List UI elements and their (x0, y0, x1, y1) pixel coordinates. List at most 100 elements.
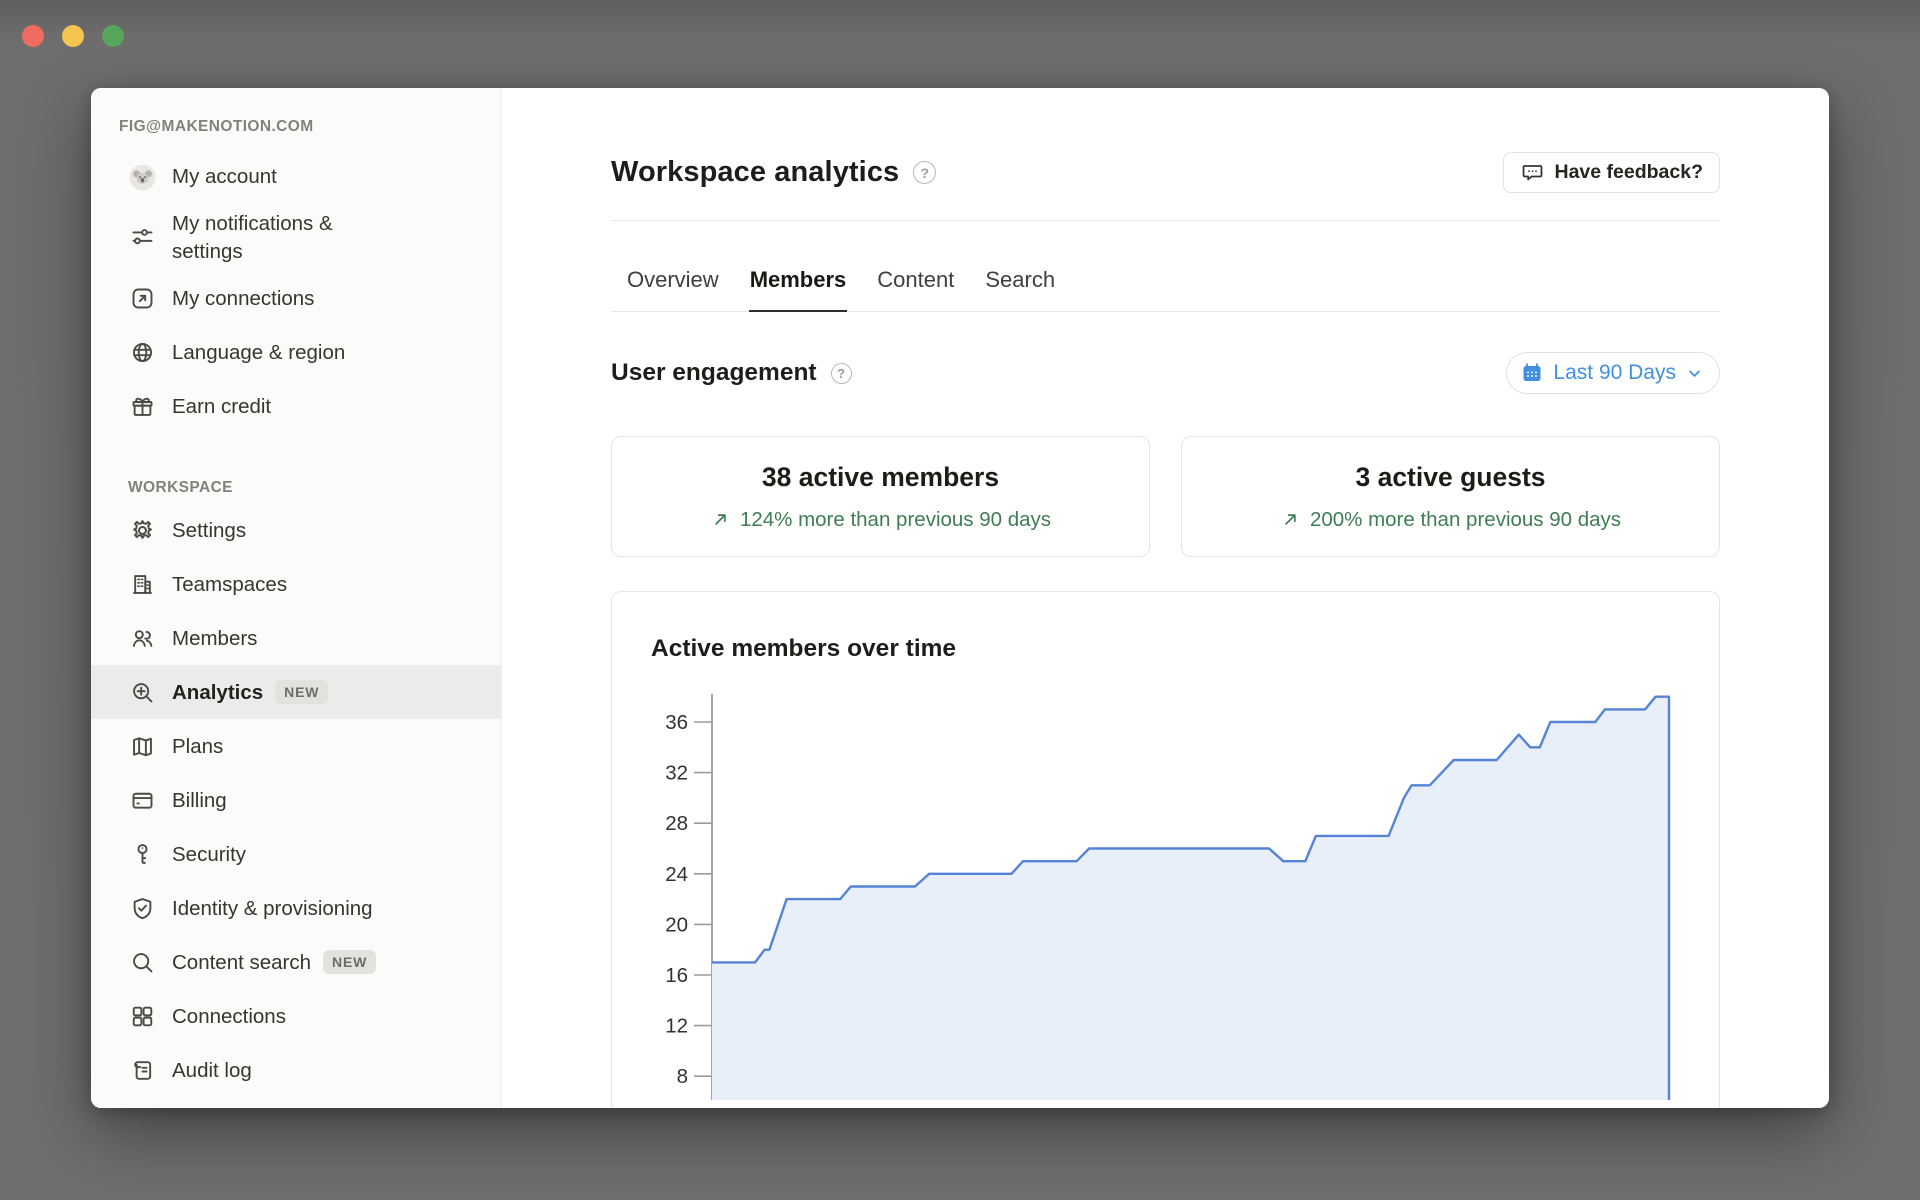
sidebar-item-label: My account (172, 163, 277, 191)
sidebar-item-label: Identity & provisioning (172, 895, 373, 923)
sidebar-item-language-and-region[interactable]: Language & region (91, 325, 501, 379)
magnifier-sparkle-icon (128, 678, 156, 706)
sidebar-item-security[interactable]: Security (91, 827, 501, 881)
people-icon (128, 624, 156, 652)
window-controls (22, 25, 124, 47)
sidebar-item-label: Analytics (172, 679, 263, 707)
magnifier-icon (128, 948, 156, 976)
chart-title: Active members over time (612, 592, 1719, 663)
chat-bubble-icon (1520, 160, 1545, 185)
tab-overview[interactable]: Overview (626, 245, 720, 312)
sidebar-item-label: Billing (172, 787, 227, 815)
sidebar-item-my-connections[interactable]: My connections (91, 271, 501, 325)
tab-members[interactable]: Members (749, 245, 848, 312)
building-icon (128, 570, 156, 598)
calendar-icon (1520, 361, 1544, 385)
page-header: Workspace analytics ? Have feedback? (611, 152, 1720, 193)
stat-value: 3 active guests (1355, 462, 1545, 493)
stat-value: 38 active members (762, 462, 999, 493)
account-email: FIG@MAKENOTION.COM (91, 118, 501, 136)
active-guests-card: 3 active guests 200% more than previous … (1181, 436, 1720, 557)
settings-sidebar: FIG@MAKENOTION.COM My account My notifica… (91, 88, 502, 1108)
sidebar-item-label: My notifications & settings (172, 210, 400, 265)
sidebar-item-teamspaces[interactable]: Teamspaces (91, 557, 501, 611)
sidebar-item-label: Members (172, 625, 257, 653)
sidebar-item-billing[interactable]: Billing (91, 773, 501, 827)
key-icon (128, 840, 156, 868)
sidebar-section-header: WORKSPACE (91, 479, 501, 497)
svg-text:20: 20 (665, 913, 688, 936)
gear-icon (128, 516, 156, 544)
members-chart: 36 32 28 24 20 16 12 8 (641, 682, 1721, 1100)
sidebar-item-earn-credit[interactable]: Earn credit (91, 379, 501, 433)
section-heading: User engagement (611, 359, 817, 387)
sidebar-item-label: Earn credit (172, 393, 271, 421)
svg-text:24: 24 (665, 863, 688, 886)
sidebar-item-label: Teamspaces (172, 571, 287, 599)
desktop-background: FIG@MAKENOTION.COM My account My notifica… (0, 0, 1920, 1200)
page-title: Workspace analytics (611, 156, 899, 189)
sidebar-item-my-notifications-and-settings[interactable]: My notifications & settings (91, 204, 501, 271)
sidebar-item-label: Security (172, 841, 246, 869)
svg-text:32: 32 (665, 762, 688, 785)
main-content: Workspace analytics ? Have feedback? Ove… (502, 88, 1829, 1108)
sliders-icon (128, 224, 156, 252)
chevron-down-icon (1685, 364, 1704, 383)
sidebar-item-members[interactable]: Members (91, 611, 501, 665)
sidebar-item-settings[interactable]: Settings (91, 503, 501, 557)
header-divider (611, 220, 1720, 221)
sidebar-item-identity-and-provisioning[interactable]: Identity & provisioning (91, 881, 501, 935)
sidebar-item-plans[interactable]: Plans (91, 719, 501, 773)
area-series (712, 697, 1669, 1100)
minimize-button[interactable] (62, 25, 84, 47)
sidebar-item-label: Connections (172, 1003, 286, 1031)
sidebar-item-connections[interactable]: Connections (91, 989, 501, 1043)
sidebar-item-my-account[interactable]: My account (91, 150, 501, 204)
sidebar-item-label: Content search (172, 949, 311, 977)
svg-text:36: 36 (665, 711, 688, 734)
avatar (128, 163, 156, 191)
svg-text:16: 16 (665, 964, 688, 987)
arrow-up-right-icon (710, 509, 731, 530)
feedback-label: Have feedback? (1555, 161, 1704, 184)
close-button[interactable] (22, 25, 44, 47)
gift-icon (128, 392, 156, 420)
sidebar-item-label: Plans (172, 733, 223, 761)
arrow-up-right-icon (1280, 509, 1301, 530)
grid-icon (128, 1002, 156, 1030)
sidebar-item-label: Settings (172, 517, 246, 545)
sidebar-item-audit-log[interactable]: Audit log (91, 1043, 501, 1097)
zoom-button[interactable] (102, 25, 124, 47)
sidebar-item-label: Audit log (172, 1057, 252, 1085)
chart-card: Active members over time 36 32 28 24 20 16 12 8 (611, 591, 1720, 1108)
credit-card-icon (128, 786, 156, 814)
svg-text:8: 8 (677, 1065, 688, 1088)
arrow-up-right-square-icon (128, 284, 156, 312)
analytics-tabs: Overview Members Content Search (611, 245, 1720, 312)
feedback-button[interactable]: Have feedback? (1503, 152, 1721, 193)
scroll-icon (128, 1056, 156, 1084)
sidebar-nav: My account My notifications & settings My … (91, 150, 501, 1097)
map-icon (128, 732, 156, 760)
new-badge: NEW (275, 680, 328, 704)
period-label: Last 90 Days (1553, 361, 1676, 385)
notion-settings-window: FIG@MAKENOTION.COM My account My notifica… (91, 88, 1829, 1108)
tab-content[interactable]: Content (876, 245, 955, 312)
sidebar-item-content-search[interactable]: Content searchNEW (91, 935, 501, 989)
sidebar-item-label: My connections (172, 285, 314, 313)
svg-text:12: 12 (665, 1015, 688, 1038)
globe-icon (128, 338, 156, 366)
sidebar-item-analytics[interactable]: Analytics NEW (91, 665, 501, 719)
help-icon[interactable]: ? (831, 363, 852, 384)
engagement-header: User engagement ? Last 90 Days (611, 352, 1720, 394)
help-icon[interactable]: ? (913, 161, 936, 184)
sidebar-item-label: Language & region (172, 339, 345, 367)
stat-delta: 200% more than previous 90 days (1280, 508, 1621, 532)
period-selector[interactable]: Last 90 Days (1506, 352, 1720, 394)
y-axis: 36 32 28 24 20 16 12 8 (665, 694, 712, 1100)
tab-search[interactable]: Search (984, 245, 1056, 312)
stat-cards: 38 active members 124% more than previou… (611, 436, 1720, 557)
shield-check-icon (128, 894, 156, 922)
svg-text:28: 28 (665, 812, 688, 835)
active-members-card: 38 active members 124% more than previou… (611, 436, 1150, 557)
